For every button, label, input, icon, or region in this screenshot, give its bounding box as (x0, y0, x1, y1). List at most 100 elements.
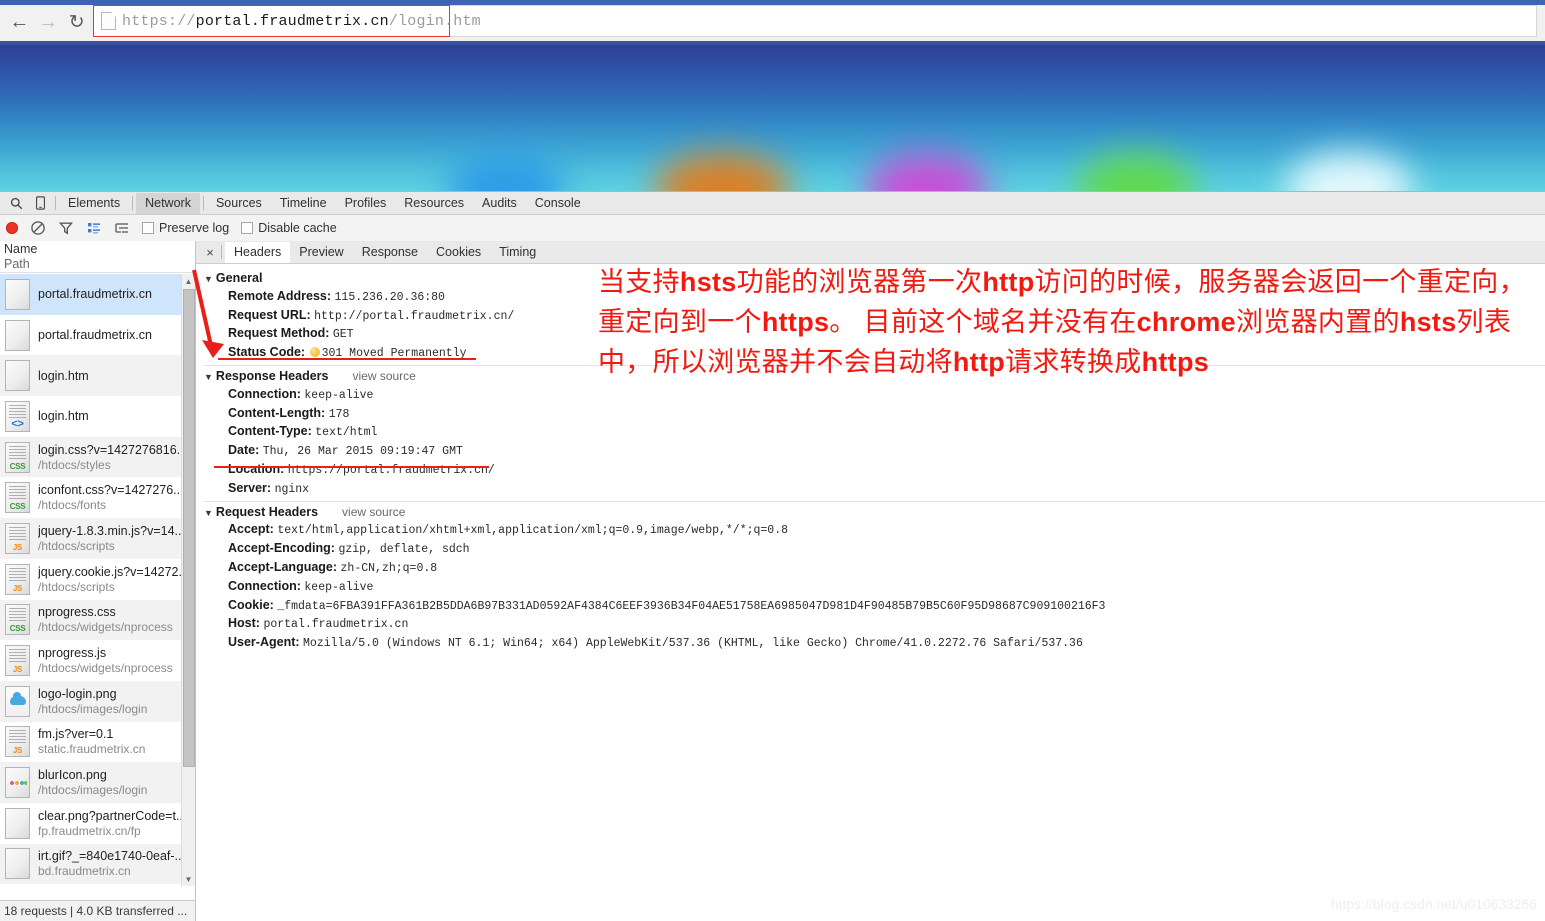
close-icon[interactable]: × (202, 242, 218, 262)
clear-icon[interactable] (30, 220, 46, 236)
request-row[interactable]: CSS nprogress.css /htdocs/widgets/nproce… (0, 599, 182, 641)
annotation-text: 当支持hsts功能的浏览器第一次http访问的时候，服务器会返回一个重定向，重定… (598, 262, 1543, 382)
annotation-line3-d: http (952, 347, 1006, 377)
checkbox-icon[interactable] (142, 222, 154, 234)
request-row[interactable]: logo-login.png /htdocs/images/login (0, 680, 182, 722)
request-row[interactable]: CSS login.css?v=1427276816... /htdocs/st… (0, 436, 182, 478)
header-row-user-agent: User-Agent: Mozilla/5.0 (Windows NT 6.1;… (204, 634, 1545, 653)
header-key: Accept-Language: (228, 559, 338, 574)
annotation-line1-e: 访问的时候，服务器会返回一 (1034, 267, 1390, 297)
tab-timeline[interactable]: Timeline (271, 193, 336, 214)
tab-preview[interactable]: Preview (290, 242, 352, 263)
request-row[interactable]: blurIcon.png /htdocs/images/login (0, 762, 182, 803)
scrollbar-thumb[interactable] (183, 289, 195, 767)
request-row[interactable]: JS jquery.cookie.js?v=14272... /htdocs/s… (0, 558, 182, 600)
back-arrow-icon[interactable]: ← (8, 9, 31, 35)
tab-response[interactable]: Response (353, 242, 427, 263)
address-bar-remainder[interactable] (450, 5, 1537, 37)
tab-resources[interactable]: Resources (395, 193, 473, 214)
background-blob (447, 153, 565, 191)
url-host: portal.fraudmetrix.cn (195, 12, 389, 30)
request-row[interactable]: portal.fraudmetrix.cn (0, 314, 182, 356)
scroll-up-icon[interactable]: ▲ (182, 274, 195, 288)
request-path: bd.fraudmetrix.cn (38, 864, 131, 879)
request-name: blurIcon.png (38, 768, 107, 783)
request-headers-title: Request Headers (215, 504, 319, 519)
header-key: Accept: (228, 522, 274, 537)
header-key: Server: (228, 480, 272, 495)
document-plain-icon (5, 360, 30, 392)
js-file-icon: JS (5, 522, 30, 554)
request-headers-section-header[interactable]: ▼ Request Headers view source (204, 504, 1545, 522)
request-row[interactable]: login.htm (0, 355, 182, 397)
header-value: 178 (328, 407, 350, 421)
request-path: /htdocs/scripts (38, 579, 115, 594)
request-list-scrollbar[interactable]: ▲ ▼ (181, 274, 195, 886)
header-key: Content-Length: (228, 405, 326, 420)
annotation-line2-b: https (761, 307, 830, 337)
request-row[interactable]: irt.gif?_=840e1740-0eaf-... bd.fraudmetr… (0, 843, 182, 885)
request-path: fp.fraudmetrix.cn/fp (38, 823, 141, 838)
column-header-name[interactable]: Name (4, 242, 195, 257)
css-file-icon: CSS (5, 482, 30, 514)
large-rows-icon[interactable] (86, 220, 102, 236)
tab-cookies[interactable]: Cookies (427, 242, 490, 263)
general-section-title: General (215, 271, 263, 285)
request-row-selected[interactable]: portal.fraudmetrix.cn (0, 274, 182, 315)
header-value: GET (332, 328, 354, 342)
network-summary-status: 18 requests | 4.0 KB transferred ... (0, 900, 195, 921)
request-row[interactable]: <> login.htm (0, 396, 182, 437)
navigation-buttons: ← → ↻ (8, 6, 88, 38)
header-row: Accept-Language: zh-CN,zh;q=0.8 (204, 559, 1545, 578)
request-row[interactable]: JS jquery-1.8.3.min.js?v=14... /htdocs/s… (0, 518, 182, 559)
preserve-log-checkbox[interactable]: Preserve log (142, 221, 229, 235)
header-key: Remote Address: (228, 288, 332, 303)
view-source-link[interactable]: view source (342, 504, 405, 521)
response-headers-title: Response Headers (215, 368, 329, 383)
header-value: text/html (315, 426, 378, 440)
request-row[interactable]: JS fm.js?ver=0.1 static.fraudmetrix.cn (0, 721, 182, 763)
tab-profiles[interactable]: Profiles (336, 193, 396, 214)
search-icon[interactable] (4, 193, 28, 214)
request-path: static.fraudmetrix.cn (38, 742, 146, 757)
group-by-frame-icon[interactable] (114, 220, 130, 236)
request-name: nprogress.css (38, 605, 116, 620)
checkbox-icon[interactable] (241, 222, 254, 234)
header-value: portal.fraudmetrix.cn (263, 618, 409, 632)
chevron-down-icon[interactable]: ▼ (204, 508, 213, 518)
request-name: jquery.cookie.js?v=14272... (38, 564, 182, 579)
chevron-down-icon[interactable]: ▼ (204, 274, 213, 284)
view-source-link[interactable]: view source (352, 368, 415, 385)
tab-sources[interactable]: Sources (207, 193, 271, 214)
tab-timing[interactable]: Timing (490, 242, 545, 263)
header-key: Accept-Encoding: (228, 541, 335, 556)
column-header-path[interactable]: Path (4, 257, 195, 272)
scroll-down-icon[interactable]: ▼ (182, 872, 195, 886)
address-bar[interactable]: https://portal.fraudmetrix.cn/login.htm (94, 6, 481, 36)
device-mode-icon[interactable] (28, 193, 52, 214)
request-list[interactable]: portal.fraudmetrix.cn portal.fraudmetrix… (0, 274, 182, 886)
background-blob (1076, 153, 1196, 191)
header-value: keep-alive (304, 580, 374, 594)
request-row[interactable]: clear.png?partnerCode=t... fp.fraudmetri… (0, 802, 182, 844)
header-row: Server: nginx (204, 480, 1545, 499)
chevron-down-icon[interactable]: ▼ (204, 372, 213, 382)
forward-arrow-icon[interactable]: → (37, 9, 60, 35)
request-row[interactable]: clear.swf?v1=2 (0, 884, 182, 886)
js-file-icon: JS (5, 645, 30, 677)
tab-network[interactable]: Network (136, 192, 200, 214)
request-list-header[interactable]: Name Path (0, 241, 195, 273)
request-row[interactable]: JS nprogress.js /htdocs/widgets/nprocess (0, 640, 182, 681)
filter-icon[interactable] (58, 220, 74, 236)
disable-cache-checkbox[interactable]: Disable cache (241, 221, 337, 235)
tab-headers[interactable]: Headers (225, 241, 291, 263)
tab-elements[interactable]: Elements (59, 193, 129, 214)
reload-icon[interactable]: ↻ (65, 9, 88, 35)
tab-console[interactable]: Console (526, 193, 590, 214)
header-row: Connection: keep-alive (204, 578, 1545, 597)
url-scheme: https:// (122, 12, 196, 30)
request-row[interactable]: CSS iconfont.css?v=1427276... /htdocs/fo… (0, 477, 182, 519)
detail-tabbar: × Headers Preview Response Cookies Timin… (196, 241, 1545, 264)
record-button-icon[interactable] (6, 222, 18, 234)
tab-audits[interactable]: Audits (473, 193, 526, 214)
